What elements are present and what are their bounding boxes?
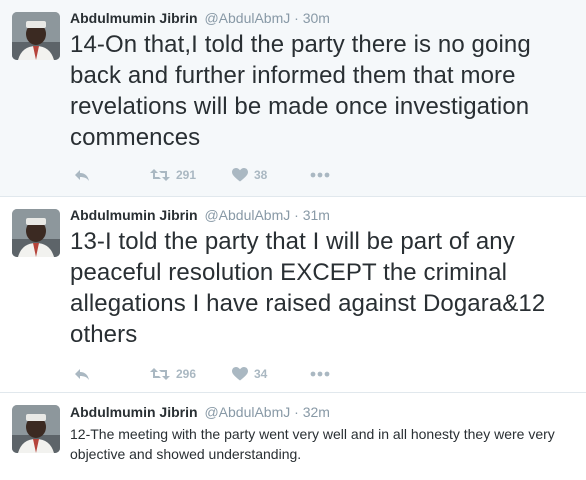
like-button[interactable]: 34: [232, 364, 267, 384]
reply-button[interactable]: [74, 165, 90, 185]
tweet-actions: 291 38: [70, 165, 370, 185]
author-username[interactable]: @AbdulAbmJ: [204, 207, 290, 223]
tweet[interactable]: Abdulmumin Jibrin @AbdulAbmJ · 32m 12-Th…: [0, 393, 586, 480]
retweet-icon: [150, 169, 170, 181]
like-count: 34: [254, 367, 268, 381]
more-icon: [310, 172, 330, 178]
retweet-button[interactable]: 291: [150, 165, 196, 185]
reply-icon: [75, 170, 89, 181]
tweet-header: Abdulmumin Jibrin @AbdulAbmJ · 30m: [70, 9, 330, 27]
header-separator: ·: [294, 404, 299, 420]
reply-button[interactable]: [74, 364, 90, 384]
more-button[interactable]: [310, 364, 330, 384]
like-button[interactable]: 38: [232, 165, 267, 185]
retweet-count: 291: [176, 168, 197, 182]
reply-icon: [75, 369, 89, 380]
avatar[interactable]: [12, 405, 60, 453]
tweet-timestamp[interactable]: 30m: [303, 10, 330, 26]
header-separator: ·: [294, 10, 299, 26]
tweet-actions: 296 34: [70, 364, 370, 384]
retweet-icon: [150, 368, 170, 380]
tweet-text: 14-On that,I told the party there is no …: [70, 31, 531, 151]
tweet[interactable]: Abdulmumin Jibrin @AbdulAbmJ · 30m 14-On…: [0, 0, 586, 197]
heart-icon: [232, 367, 248, 381]
more-icon: [310, 371, 330, 377]
tweet-text: 13-I told the party that I will be part …: [70, 228, 546, 348]
tweet-header: Abdulmumin Jibrin @AbdulAbmJ · 31m: [70, 206, 330, 224]
tweet-header: Abdulmumin Jibrin @AbdulAbmJ · 32m: [70, 403, 330, 421]
author-name[interactable]: Abdulmumin Jibrin: [70, 10, 198, 26]
author-name[interactable]: Abdulmumin Jibrin: [70, 207, 198, 223]
timeline: Abdulmumin Jibrin @AbdulAbmJ · 30m 14-On…: [0, 0, 586, 480]
tweet-text: 12-The meeting with the party went very …: [70, 426, 555, 462]
author-name[interactable]: Abdulmumin Jibrin: [70, 404, 198, 420]
tweet-timestamp[interactable]: 32m: [303, 404, 330, 420]
avatar[interactable]: [12, 209, 60, 257]
tweet[interactable]: Abdulmumin Jibrin @AbdulAbmJ · 31m 13-I …: [0, 197, 586, 393]
tweet-timestamp[interactable]: 31m: [303, 207, 330, 223]
retweet-count: 296: [176, 367, 197, 381]
avatar[interactable]: [12, 12, 60, 60]
more-button[interactable]: [310, 165, 330, 185]
like-count: 38: [254, 168, 268, 182]
header-separator: ·: [294, 207, 299, 223]
author-username[interactable]: @AbdulAbmJ: [204, 10, 290, 26]
author-username[interactable]: @AbdulAbmJ: [204, 404, 290, 420]
heart-icon: [232, 168, 248, 182]
retweet-button[interactable]: 296: [150, 364, 196, 384]
